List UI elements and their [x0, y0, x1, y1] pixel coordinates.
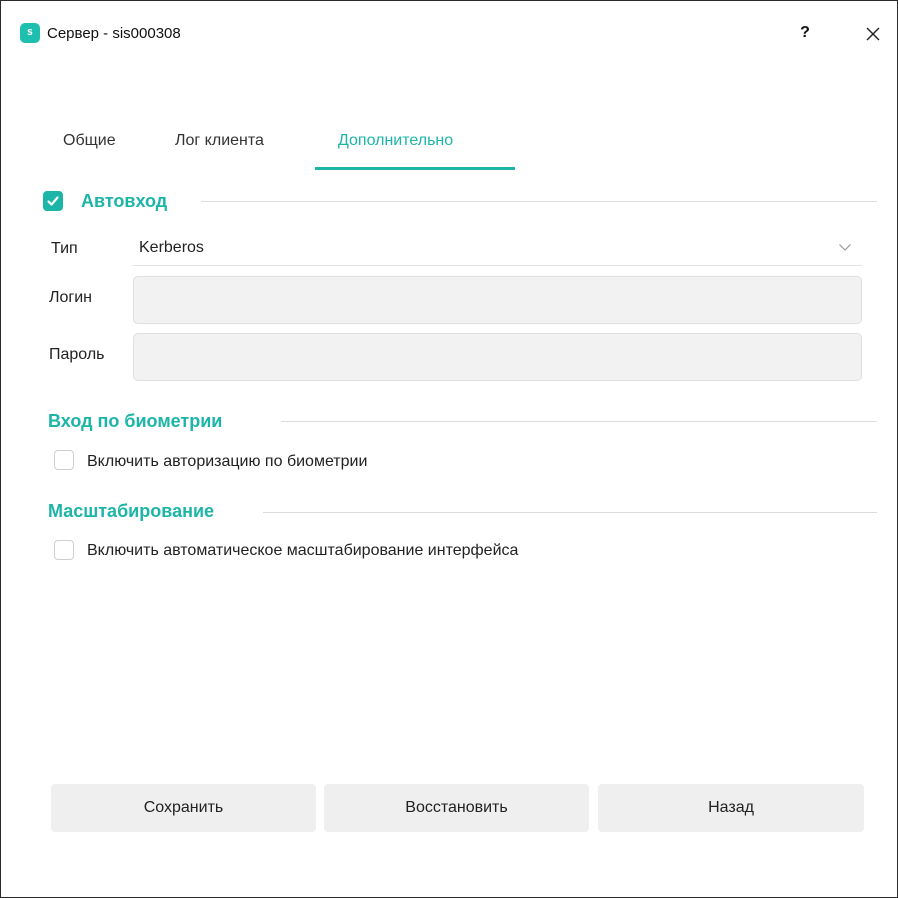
back-button[interactable]: Назад — [598, 784, 864, 832]
biometrics-section-title: Вход по биометрии — [48, 411, 233, 432]
biometrics-checkbox-label[interactable]: Включить авторизацию по биометрии — [87, 453, 367, 471]
password-label: Пароль — [49, 346, 105, 363]
scaling-checkbox-label[interactable]: Включить автоматическое масштабирование … — [87, 542, 518, 560]
password-input[interactable] — [133, 333, 862, 381]
section-divider — [281, 421, 877, 422]
active-tab-indicator — [315, 167, 515, 170]
app-logo-icon: S — [20, 23, 40, 43]
chevron-down-icon — [839, 244, 851, 251]
login-input[interactable] — [133, 276, 862, 324]
autologin-section-title: Автовход — [81, 191, 178, 212]
type-select[interactable]: Kerberos — [133, 231, 862, 266]
server-settings-dialog: S Сервер - sis000308 ? Общие Лог клиента… — [0, 0, 898, 898]
type-label: Тип — [51, 240, 78, 257]
autologin-checkbox[interactable] — [43, 191, 63, 211]
window-title: Сервер - sis000308 — [47, 25, 181, 42]
restore-button[interactable]: Восстановить — [324, 784, 589, 832]
type-select-value: Kerberos — [139, 239, 204, 256]
checkmark-icon — [47, 196, 59, 206]
scaling-checkbox[interactable] — [54, 540, 74, 560]
title-bar: S Сервер - sis000308 ? — [1, 1, 897, 63]
tab-advanced[interactable]: Дополнительно — [338, 132, 453, 150]
save-button[interactable]: Сохранить — [51, 784, 316, 832]
section-divider — [201, 201, 877, 202]
tab-client-log[interactable]: Лог клиента — [175, 132, 264, 150]
scaling-section-title: Масштабирование — [48, 501, 225, 522]
section-divider — [263, 512, 877, 513]
close-button[interactable] — [859, 20, 887, 48]
biometrics-checkbox[interactable] — [54, 450, 74, 470]
close-icon — [866, 27, 880, 41]
help-button[interactable]: ? — [792, 20, 818, 46]
login-label: Логин — [49, 289, 93, 306]
tab-general[interactable]: Общие — [63, 132, 116, 150]
